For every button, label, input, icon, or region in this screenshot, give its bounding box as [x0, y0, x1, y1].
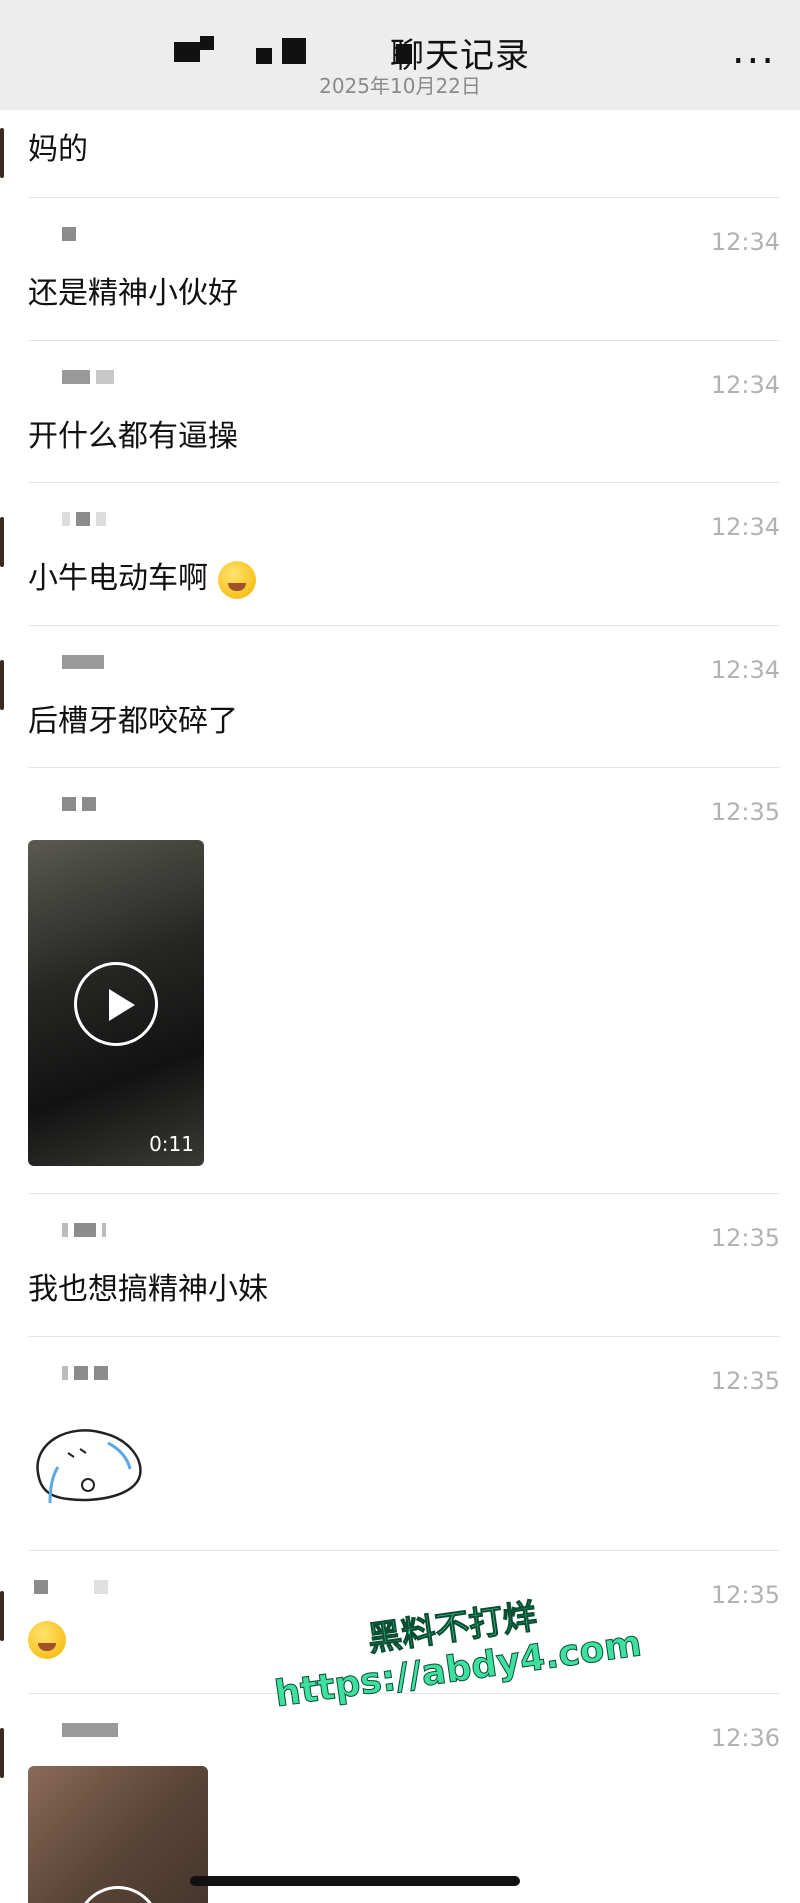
chat-history-header: 聊天记录 2025年10月22日 ... — [0, 0, 800, 110]
sender-name — [62, 1722, 124, 1738]
sender-name — [62, 1365, 114, 1381]
message-time: 12:35 — [710, 798, 780, 826]
sender-name — [62, 226, 82, 242]
more-options-icon[interactable]: ... — [732, 30, 776, 70]
message-text: 开什么都有逼操 — [28, 419, 238, 454]
list-item: 12:34 开什么都有逼操 — [28, 341, 780, 483]
message-text: 后槽牙都咬碎了 — [28, 704, 238, 739]
list-item: 妈的 — [0, 110, 780, 198]
message-text — [28, 1621, 66, 1659]
laughing-crying-emoji-icon — [28, 1621, 66, 1659]
avatar — [0, 1591, 4, 1641]
avatar — [0, 128, 4, 178]
sender-name — [62, 654, 110, 670]
sender-name — [62, 511, 112, 527]
list-item: 12:35 0:11 — [28, 768, 780, 1194]
video-duration: 0:11 — [149, 1132, 194, 1156]
list-item: 12:35 — [28, 1337, 780, 1551]
list-item: 12:34 还是精神小伙好 — [28, 198, 780, 341]
message-time: 12:35 — [710, 1367, 780, 1395]
list-item: 12:35 我也想搞精神小妹 — [28, 1194, 780, 1337]
message-text-content: 小牛电动车啊 — [28, 561, 208, 596]
list-item: 12:34 后槽牙都咬碎了 — [0, 626, 780, 768]
message-time: 12:34 — [710, 228, 780, 256]
video-message[interactable]: 0:11 — [28, 840, 204, 1166]
message-time: 12:34 — [710, 656, 780, 684]
message-text: 还是精神小伙好 — [28, 276, 238, 311]
play-icon[interactable] — [76, 1886, 160, 1903]
message-time: 12:34 — [710, 371, 780, 399]
message-time: 12:36 — [710, 1724, 780, 1752]
video-message[interactable] — [28, 1766, 208, 1903]
list-item: 12:36 — [0, 1694, 780, 1903]
message-text: 我也想搞精神小妹 — [28, 1272, 268, 1307]
list-item: 12:34 小牛电动车啊 — [0, 483, 780, 626]
sender-name — [62, 796, 102, 812]
avatar — [0, 517, 4, 567]
laughing-crying-emoji-icon — [217, 560, 256, 599]
message-text: 妈的 — [28, 132, 88, 167]
home-indicator[interactable] — [190, 1876, 520, 1886]
message-time: 12:34 — [710, 513, 780, 541]
sender-name — [62, 1222, 112, 1238]
sender-name — [34, 1579, 114, 1595]
avatar — [0, 660, 4, 710]
message-text: 小牛电动车啊 — [28, 553, 256, 599]
chat-date: 2025年10月22日 — [319, 74, 481, 98]
sticker-image[interactable] — [28, 1403, 148, 1513]
sender-name — [62, 369, 120, 385]
message-time: 12:35 — [710, 1581, 780, 1609]
avatar — [0, 1728, 4, 1778]
play-icon[interactable] — [74, 962, 158, 1046]
message-time: 12:35 — [710, 1224, 780, 1252]
